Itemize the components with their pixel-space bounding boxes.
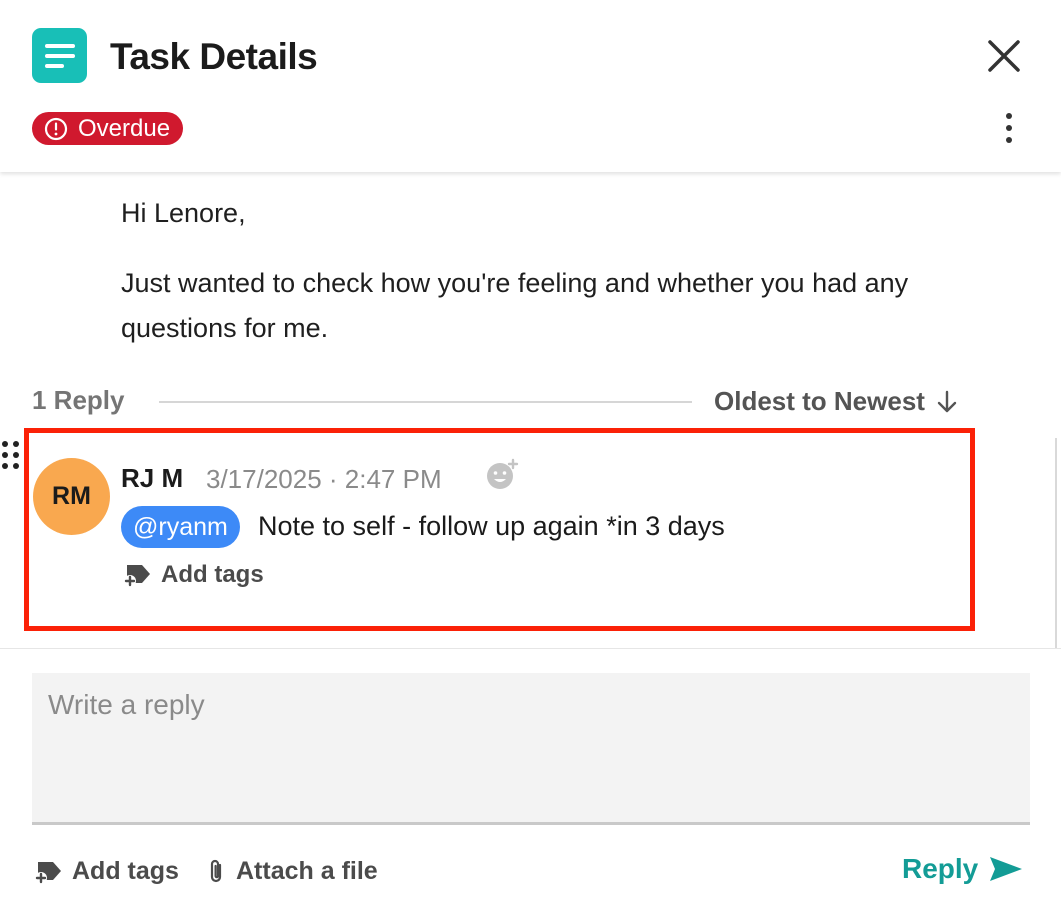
- reply-count: 1 Reply: [32, 385, 125, 415]
- task-details-header: Task Details Overdue: [0, 0, 1061, 172]
- add-tags-button[interactable]: Add tags: [123, 561, 264, 589]
- close-button[interactable]: [982, 34, 1026, 78]
- attach-file-label: Attach a file: [236, 857, 378, 885]
- composer-add-tags-button[interactable]: Add tags: [34, 857, 179, 886]
- status-badge-label: Overdue: [78, 114, 171, 142]
- scrollbar[interactable]: [1055, 438, 1061, 648]
- mention-chip[interactable]: @ryanm: [121, 506, 240, 548]
- reply-input[interactable]: [32, 673, 1030, 825]
- page-title: Task Details: [110, 36, 318, 77]
- reply-timestamp: 3/17/2025 · 2:47 PM: [206, 464, 442, 494]
- add-tag-icon: [124, 565, 150, 587]
- add-reaction-button[interactable]: [485, 458, 519, 492]
- attach-file-button[interactable]: Attach a file: [204, 857, 378, 886]
- status-badge: Overdue: [32, 112, 184, 145]
- task-list-icon: [32, 28, 87, 83]
- add-emoji-icon: [487, 458, 519, 489]
- paperclip-icon: [210, 859, 222, 882]
- send-icon: [990, 857, 1023, 881]
- divider: [159, 401, 692, 403]
- add-tag-icon: [35, 861, 61, 884]
- message-body: Just wanted to check how you're feeling …: [121, 268, 909, 343]
- more-options-button[interactable]: [994, 110, 1024, 146]
- composer-add-tags-label: Add tags: [72, 857, 179, 885]
- drag-handle-icon[interactable]: [0, 441, 22, 475]
- reply-item: RM RJ M 3/17/2025 · 2:47 PM @ryanm Note …: [24, 428, 975, 631]
- reply-button[interactable]: Reply: [902, 853, 1024, 885]
- task-thread: Hi Lenore, Just wanted to check how you'…: [0, 172, 1061, 648]
- reply-text: Note to self - follow up again *in 3 day…: [258, 511, 725, 541]
- arrow-down-icon: [937, 390, 957, 412]
- reply-composer: Add tags Attach a file Reply: [0, 648, 1061, 907]
- avatar[interactable]: RM: [33, 458, 110, 535]
- message-greeting: Hi Lenore,: [121, 198, 246, 228]
- close-icon: [988, 40, 1020, 72]
- replies-header: 1 Reply Oldest to Newest: [32, 385, 1012, 419]
- alert-circle-icon: [44, 117, 68, 140]
- sort-order-button[interactable]: Oldest to Newest: [714, 386, 959, 417]
- reply-button-label: Reply: [902, 853, 979, 884]
- more-vertical-icon: [1006, 113, 1012, 119]
- sort-order-label: Oldest to Newest: [714, 386, 925, 416]
- add-tags-label: Add tags: [161, 561, 264, 588]
- reply-author: RJ M: [121, 463, 184, 493]
